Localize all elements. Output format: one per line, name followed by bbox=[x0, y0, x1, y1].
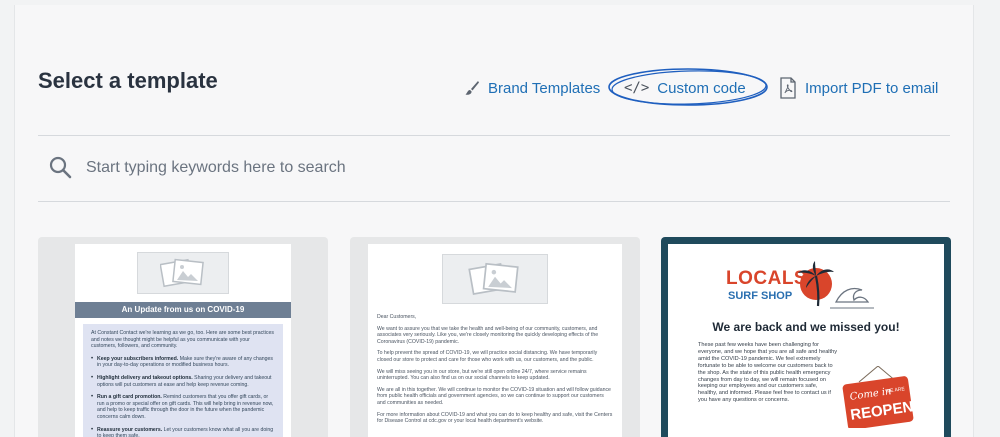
template-bullet: • Reassure your customers. Let your cust… bbox=[91, 427, 275, 437]
image-placeholder-icon bbox=[468, 262, 519, 296]
template-letter-body: Dear Customers, We want to assure you th… bbox=[377, 314, 613, 430]
template-body: These past few weeks have been challengi… bbox=[698, 342, 838, 404]
letter-paragraph: For more information about COVID-19 and … bbox=[377, 411, 613, 425]
code-icon: </> bbox=[624, 80, 650, 96]
brand-templates-link[interactable]: Brand Templates bbox=[464, 76, 600, 100]
page-title: Select a template bbox=[38, 68, 218, 93]
divider-bottom bbox=[38, 201, 950, 202]
custom-code-label: Custom code bbox=[657, 79, 746, 97]
template-preview: An Update from us on COVID-19 At Constan… bbox=[75, 244, 291, 437]
custom-code-link[interactable]: </> Custom code bbox=[624, 76, 746, 100]
template-heading: We are back and we missed you! bbox=[712, 320, 900, 334]
template-body-text: These past few weeks have been challengi… bbox=[698, 342, 838, 404]
image-placeholder bbox=[442, 254, 548, 304]
reopen-sign: Come in WE ARE REOPEN bbox=[842, 366, 914, 428]
letter-paragraph: We are all in this together. We will con… bbox=[377, 386, 611, 406]
template-bullet: • Highlight delivery and takeout options… bbox=[91, 375, 275, 388]
template-intro: At Constant Contact we're learning as we… bbox=[91, 330, 274, 350]
search-icon bbox=[48, 155, 74, 181]
image-placeholder-icon bbox=[160, 258, 204, 288]
paintbrush-icon bbox=[464, 80, 480, 96]
bullet-title: Keep your subscribers informed. bbox=[97, 355, 179, 362]
bullet-title: Reassure your customers. bbox=[97, 426, 163, 433]
template-banner: An Update from us on COVID-19 bbox=[75, 302, 291, 318]
template-preview: LOCALS SURF SHOP We are back and we miss… bbox=[668, 244, 944, 437]
bullet-title: Highlight delivery and takeout options. bbox=[97, 374, 193, 381]
brand-templates-label: Brand Templates bbox=[488, 79, 601, 97]
divider-top bbox=[38, 135, 950, 136]
palm-tree-icon bbox=[798, 261, 874, 309]
template-card-customer-letter[interactable]: Dear Customers, We want to assure you th… bbox=[350, 237, 640, 437]
template-preview: Dear Customers, We want to assure you th… bbox=[368, 244, 622, 437]
letter-paragraph: We want to assure you that we take the h… bbox=[377, 325, 599, 345]
surf-shop-logo: LOCALS SURF SHOP bbox=[726, 260, 876, 314]
search-bar bbox=[48, 152, 928, 184]
letter-paragraph: Dear Customers, bbox=[377, 314, 417, 320]
template-card-surf-shop-reopen[interactable]: LOCALS SURF SHOP We are back and we miss… bbox=[661, 237, 951, 437]
bullet-title: Run a gift card promotion. bbox=[97, 394, 162, 401]
template-card-covid-update[interactable]: An Update from us on COVID-19 At Constan… bbox=[38, 237, 328, 437]
letter-paragraph: We will miss seeing you in our store, bu… bbox=[377, 368, 587, 382]
import-pdf-label: Import PDF to email bbox=[805, 79, 939, 97]
logo-text-bottom: SURF SHOP bbox=[728, 290, 793, 302]
app-shell: Select a template Brand Templates </> Cu… bbox=[0, 0, 1000, 437]
pdf-file-icon bbox=[779, 77, 797, 99]
image-placeholder bbox=[137, 252, 229, 294]
search-input[interactable] bbox=[86, 159, 686, 177]
letter-paragraph: To help prevent the spread of COVID-19, … bbox=[377, 350, 598, 363]
template-content-box: At Constant Contact we're learning as we… bbox=[83, 324, 283, 437]
template-bullet: • Run a gift card promotion. Remind cust… bbox=[91, 394, 275, 420]
import-pdf-link[interactable]: Import PDF to email bbox=[779, 76, 938, 100]
template-bullet: • Keep your subscribers informed. Make s… bbox=[91, 356, 275, 369]
